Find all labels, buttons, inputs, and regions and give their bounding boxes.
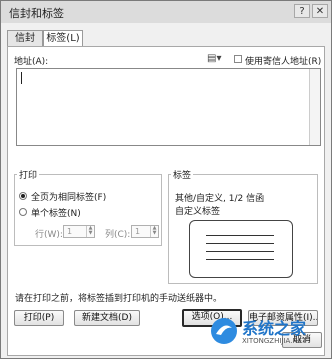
column-label: 列(C): — [105, 230, 131, 240]
new-document-button[interactable]: 新建文档(D) — [74, 310, 140, 326]
feed-hint: 请在打印之前，将标签插到打印机的手动送纸器中。 — [15, 294, 223, 304]
preview-line — [206, 235, 274, 236]
print-group-label: 打印 — [17, 168, 40, 181]
watermark-logo-icon — [211, 318, 237, 344]
label-group-label: 标签 — [171, 168, 194, 181]
use-return-address-label: 使用寄信人地址(R) — [245, 57, 322, 67]
watermark-text: 系统之家 — [242, 319, 307, 338]
watermark: 系统之家 XITONGZHIJIA.NET — [209, 312, 327, 356]
label-type-text: 其他/自定义, 1/2 信函 — [175, 194, 265, 204]
labels-panel: 地址(A): ▤▾ 使用寄信人地址(R) 打印 全页为相同标签(F) 单个标签(… — [7, 46, 325, 356]
single-label-radio[interactable] — [19, 208, 27, 216]
label-name-text: 自定义标签 — [175, 207, 221, 217]
envelopes-labels-dialog: 信封和标签 ? ✕ 信封(E) 标签(L) 地址(A): ▤▾ 使用寄信人地址(… — [0, 0, 332, 359]
help-button[interactable]: ? — [294, 4, 310, 18]
address-book-icon[interactable]: ▤▾ — [207, 53, 221, 64]
window-title: 信封和标签 — [9, 7, 64, 20]
use-return-address-checkbox[interactable] — [234, 55, 242, 63]
column-spinner[interactable]: 1 ▲ ▼ — [131, 225, 159, 238]
column-spinner-arrows[interactable]: ▲ ▼ — [150, 226, 158, 237]
tab-labels[interactable]: 标签(L) — [43, 30, 83, 47]
tab-envelopes[interactable]: 信封(E) — [7, 30, 43, 60]
preview-line — [206, 243, 274, 244]
preview-line — [206, 259, 274, 260]
address-label: 地址(A): — [14, 57, 49, 67]
full-page-radio[interactable] — [19, 192, 27, 200]
watermark-url: XITONGZHIJIA.NET — [242, 337, 307, 345]
column-value: 1 — [135, 227, 141, 236]
single-label-label: 单个标签(N) — [31, 209, 81, 219]
label-preview[interactable] — [189, 220, 293, 278]
preview-line — [206, 251, 274, 252]
label-info-group: 标签 其他/自定义, 1/2 信函 自定义标签 — [168, 168, 318, 284]
close-button[interactable]: ✕ — [312, 4, 328, 18]
title-bar: 信封和标签 ? ✕ — [1, 1, 331, 23]
full-page-label: 全页为相同标签(F) — [31, 193, 107, 203]
row-label: 行(W): — [35, 230, 63, 240]
text-caret — [21, 72, 22, 84]
row-value: 1 — [67, 227, 73, 236]
print-group: 打印 全页为相同标签(F) 单个标签(N) 行(W): 1 ▲ ▼ 列(C): 1… — [14, 168, 162, 246]
address-textarea[interactable] — [16, 68, 321, 146]
print-button[interactable]: 打印(P) — [14, 310, 64, 326]
address-scrollbar[interactable] — [309, 69, 320, 145]
row-spinner[interactable]: 1 ▲ ▼ — [63, 225, 95, 238]
row-spinner-arrows[interactable]: ▲ ▼ — [86, 226, 94, 237]
